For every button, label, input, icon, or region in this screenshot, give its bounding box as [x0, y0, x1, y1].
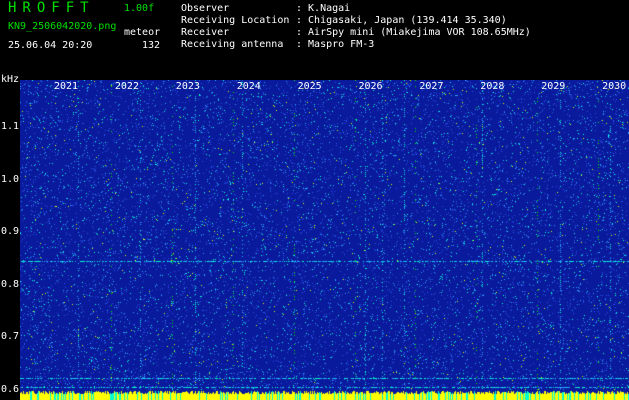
x-label: 2025 — [297, 81, 322, 92]
x-label: 2021 — [54, 81, 79, 92]
y-tick-label: 0.8 — [1, 278, 20, 290]
y-axis-unit: kHz — [1, 74, 20, 85]
hrofft-window: HROFFT 1.00f KN9_2506042020.png meteor 2… — [0, 0, 629, 400]
antenna-label: Receiving antenna — [181, 39, 284, 50]
x-label: 2028 — [480, 81, 505, 92]
x-label: 2022 — [114, 81, 139, 92]
x-label: 2027 — [419, 81, 444, 92]
y-tick-label: 1.0 — [1, 173, 20, 185]
location-label: Receiving Location — [181, 15, 290, 26]
count-label: 132 — [142, 40, 161, 51]
receiver-value: : AirSpy mini (Miakejima VOR 108.65MHz) — [296, 27, 531, 38]
x-label: 2030 — [602, 81, 627, 92]
receiver-label: Receiver — [181, 27, 230, 38]
y-tick-label: 0.7 — [1, 331, 20, 343]
location-value: : Chigasaki, Japan (139.414 35.340) — [296, 15, 507, 26]
observer-label: Observer — [181, 3, 230, 14]
version-label: 1.00f — [124, 3, 155, 14]
x-label: 2029 — [541, 81, 566, 92]
antenna-value: : Maspro FM-3 — [296, 39, 375, 50]
spectrogram-plot — [20, 80, 629, 400]
filename-label: KN9_2506042020.png — [8, 21, 117, 32]
x-label: 2024 — [236, 81, 261, 92]
mode-label: meteor — [124, 27, 161, 38]
y-tick-label: 0.9 — [1, 226, 20, 238]
datetime-label: 25.06.04 20:20 — [8, 40, 93, 51]
app-title: HROFFT — [8, 0, 95, 16]
y-tick-label: 0.6 — [1, 383, 20, 395]
y-tick-label: 1.1 — [1, 121, 20, 133]
x-label: 2023 — [175, 81, 200, 92]
observer-value: : K.Nagai — [296, 3, 351, 14]
x-label: 2026 — [358, 81, 383, 92]
